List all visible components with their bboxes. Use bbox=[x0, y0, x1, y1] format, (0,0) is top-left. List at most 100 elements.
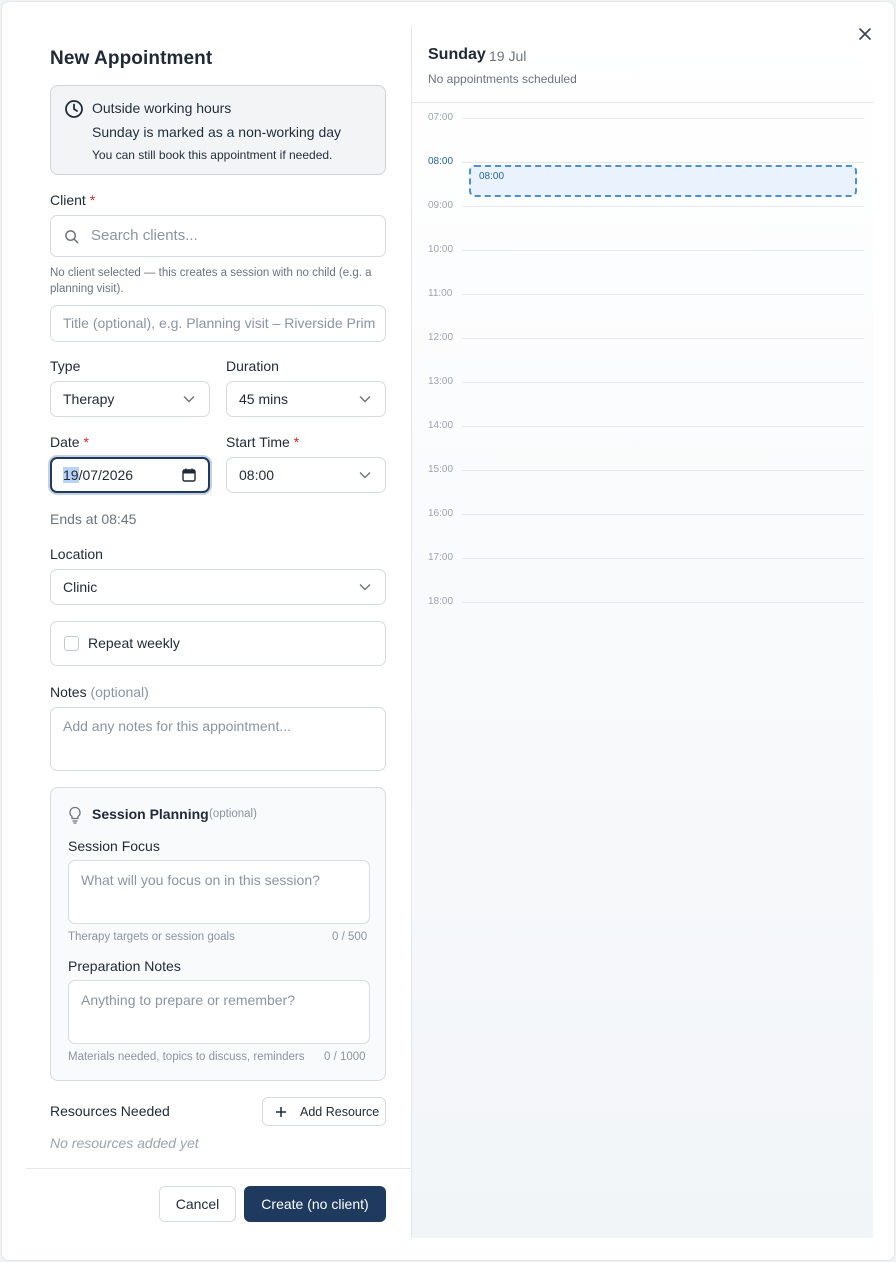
resources-empty-text: No resources added yet bbox=[50, 1135, 199, 1151]
hour-gridline bbox=[462, 382, 864, 383]
lightbulb-icon bbox=[69, 806, 81, 824]
session-planning-optional: (optional) bbox=[209, 808, 257, 820]
type-select[interactable]: Therapy bbox=[50, 381, 210, 417]
appointment-form: New Appointment Outside working hours Su… bbox=[2, 2, 411, 1260]
date-value: 19/07/2026 bbox=[63, 467, 133, 483]
hour-gridline bbox=[462, 294, 864, 295]
hour-gridline bbox=[462, 206, 864, 207]
calendar-icon[interactable] bbox=[182, 468, 196, 482]
add-resource-button[interactable]: Add Resource bbox=[262, 1097, 386, 1126]
footer-divider bbox=[26, 1168, 411, 1169]
duration-value: 45 mins bbox=[239, 391, 289, 407]
ends-at-text: Ends at 08:45 bbox=[50, 511, 137, 527]
prep-notes-placeholder: Anything to prepare or remember? bbox=[81, 992, 295, 1008]
hour-label-1200: 12:00 bbox=[428, 332, 454, 343]
hour-gridline bbox=[462, 558, 864, 559]
chevron-down-icon bbox=[359, 396, 371, 403]
session-focus-placeholder: What will you focus on in this session? bbox=[81, 872, 320, 888]
notes-label-text: Notes bbox=[50, 684, 87, 700]
repeat-weekly-label: Repeat weekly bbox=[88, 635, 180, 651]
notes-textarea[interactable]: Add any notes for this appointment... bbox=[50, 707, 386, 771]
add-resource-label: Add Resource bbox=[300, 1105, 380, 1119]
hour-label-1000: 10:00 bbox=[428, 244, 454, 255]
location-select[interactable]: Clinic bbox=[50, 569, 386, 605]
duration-select[interactable]: 45 mins bbox=[226, 381, 386, 417]
resources-label: Resources Needed bbox=[50, 1103, 170, 1119]
title-placeholder: Title (optional), e.g. Planning visit – … bbox=[63, 315, 376, 331]
hour-gridline bbox=[462, 470, 864, 471]
hour-gridline bbox=[462, 162, 864, 163]
hour-gridline bbox=[462, 118, 864, 119]
prep-notes-textarea[interactable]: Anything to prepare or remember? bbox=[68, 980, 370, 1044]
required-mark: * bbox=[83, 434, 89, 450]
hour-label-0800: 08:00 bbox=[428, 156, 454, 167]
chevron-down-icon bbox=[359, 584, 371, 591]
type-value: Therapy bbox=[63, 391, 115, 407]
hour-gridline bbox=[462, 514, 864, 515]
notes-label: Notes (optional) bbox=[50, 684, 149, 700]
date-day-selected: 19 bbox=[63, 467, 79, 483]
repeat-weekly-row[interactable]: Repeat weekly bbox=[50, 621, 386, 666]
location-value: Clinic bbox=[63, 579, 98, 595]
new-appointment-slot[interactable]: 08:00 bbox=[469, 165, 857, 197]
dialog-title: New Appointment bbox=[50, 48, 213, 69]
hour-gridline bbox=[462, 338, 864, 339]
hour-gridline bbox=[462, 426, 864, 427]
appointment-dialog: New Appointment Outside working hours Su… bbox=[1, 1, 895, 1261]
working-hours-warning: Outside working hours Sunday is marked a… bbox=[50, 85, 386, 175]
date-rest: /07/2026 bbox=[78, 467, 134, 483]
session-planning-panel: Session Planning (optional) Session Focu… bbox=[50, 787, 386, 1081]
start-time-label-text: Start Time bbox=[226, 434, 290, 450]
hour-label-1600: 16:00 bbox=[428, 508, 454, 519]
prep-notes-hint: Materials needed, topics to discuss, rem… bbox=[68, 1051, 305, 1063]
prep-notes-label: Preparation Notes bbox=[68, 958, 181, 974]
cancel-button[interactable]: Cancel bbox=[159, 1186, 236, 1222]
client-label-text: Client bbox=[50, 192, 86, 208]
session-focus-hint: Therapy targets or session goals bbox=[68, 931, 235, 943]
session-planning-title: Session Planning bbox=[92, 806, 209, 822]
warning-line2: You can still book this appointment if n… bbox=[92, 148, 333, 162]
close-icon[interactable] bbox=[857, 26, 873, 42]
session-focus-textarea[interactable]: What will you focus on in this session? bbox=[68, 860, 370, 924]
hour-label-0700: 07:00 bbox=[428, 112, 454, 123]
warning-line1: Sunday is marked as a non-working day bbox=[92, 124, 342, 140]
required-mark: * bbox=[293, 434, 300, 450]
hour-label-0900: 09:00 bbox=[428, 200, 454, 211]
calendar-date: 19 Jul bbox=[489, 48, 527, 64]
start-time-select[interactable]: 08:00 bbox=[226, 457, 386, 493]
duration-label: Duration bbox=[226, 358, 279, 374]
prep-notes-counter: 0 / 1000 bbox=[324, 1051, 366, 1063]
hour-label-1700: 17:00 bbox=[428, 552, 454, 563]
repeat-weekly-checkbox[interactable] bbox=[64, 636, 79, 651]
create-button[interactable]: Create (no client) bbox=[244, 1186, 386, 1222]
start-time-label: Start Time * bbox=[226, 434, 299, 450]
day-calendar-panel: Sunday 19 Jul No appointments scheduled … bbox=[411, 26, 874, 1238]
start-time-value: 08:00 bbox=[239, 467, 275, 483]
warning-title: Outside working hours bbox=[92, 100, 232, 116]
hour-label-1100: 11:00 bbox=[428, 288, 453, 299]
date-input[interactable]: 19/07/2026 bbox=[50, 457, 210, 493]
slot-time-label: 08:00 bbox=[479, 171, 505, 182]
hour-label-1500: 15:00 bbox=[428, 464, 454, 475]
client-search-placeholder: Search clients... bbox=[91, 227, 198, 244]
calendar-header-divider bbox=[412, 102, 874, 103]
title-input[interactable]: Title (optional), e.g. Planning visit – … bbox=[50, 305, 386, 342]
chevron-down-icon bbox=[359, 472, 371, 479]
search-icon bbox=[65, 230, 79, 244]
chevron-down-icon bbox=[183, 396, 195, 403]
hour-label-1300: 13:00 bbox=[428, 376, 454, 387]
date-label: Date * bbox=[50, 434, 89, 450]
hour-label-1800: 18:00 bbox=[428, 596, 454, 607]
location-label: Location bbox=[50, 546, 103, 562]
date-label-text: Date bbox=[50, 434, 80, 450]
hour-gridline bbox=[462, 250, 864, 251]
calendar-subtitle: No appointments scheduled bbox=[428, 72, 577, 86]
type-label: Type bbox=[50, 358, 81, 374]
calendar-day-name: Sunday bbox=[428, 46, 486, 63]
client-search-input[interactable]: Search clients... bbox=[50, 215, 386, 257]
plus-icon bbox=[276, 1107, 286, 1117]
client-label: Client * bbox=[50, 192, 95, 208]
hour-gridline bbox=[462, 602, 864, 603]
optional-tag: (optional) bbox=[90, 684, 149, 700]
session-focus-label: Session Focus bbox=[68, 838, 160, 854]
